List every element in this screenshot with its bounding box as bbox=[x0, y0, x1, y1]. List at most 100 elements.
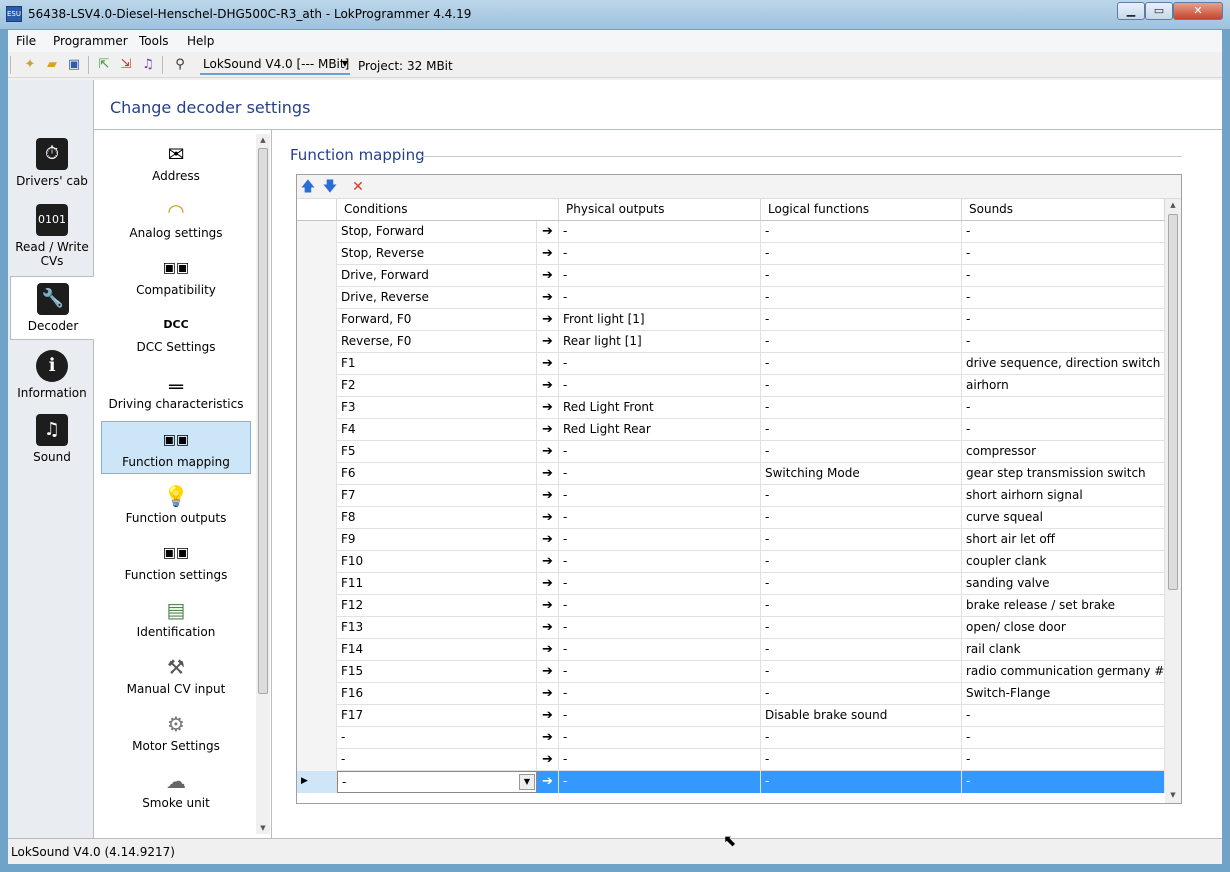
logical-function-cell[interactable]: - bbox=[761, 287, 962, 309]
nav-sound[interactable]: ♫ Sound bbox=[10, 414, 94, 472]
table-row[interactable]: F14 ➔ - - rail clank bbox=[297, 639, 1165, 661]
sound-cell[interactable]: gear step transmission switch bbox=[962, 463, 1165, 485]
sound-cell[interactable]: - bbox=[962, 771, 1165, 793]
row-header[interactable] bbox=[297, 463, 337, 485]
grid-scrollbar[interactable]: ▲ ▼ bbox=[1165, 199, 1181, 803]
scrollbar-thumb[interactable] bbox=[1168, 214, 1178, 590]
row-header[interactable] bbox=[297, 287, 337, 309]
condition-cell[interactable]: F6 bbox=[337, 463, 537, 485]
logical-function-cell[interactable]: Switching Mode bbox=[761, 463, 962, 485]
maximize-button[interactable]: ▭ bbox=[1145, 2, 1173, 20]
row-header[interactable] bbox=[297, 331, 337, 353]
row-header[interactable] bbox=[297, 749, 337, 771]
condition-cell[interactable]: Reverse, F0 bbox=[337, 331, 537, 353]
row-header[interactable] bbox=[297, 727, 337, 749]
column-header-physical-outputs[interactable]: Physical outputs bbox=[559, 199, 761, 221]
physical-output-cell[interactable]: - bbox=[559, 221, 761, 243]
physical-output-cell[interactable]: - bbox=[559, 375, 761, 397]
physical-output-cell[interactable]: - bbox=[559, 529, 761, 551]
write-sound-icon[interactable]: ♫ bbox=[140, 57, 156, 73]
column-header-logical-functions[interactable]: Logical functions bbox=[761, 199, 962, 221]
settings-item-motor[interactable]: ⚙ Motor Settings bbox=[101, 706, 251, 759]
logical-function-cell[interactable]: - bbox=[761, 353, 962, 375]
physical-output-cell[interactable]: - bbox=[559, 617, 761, 639]
column-header-conditions[interactable]: Conditions bbox=[337, 199, 559, 221]
sound-cell[interactable]: coupler clank bbox=[962, 551, 1165, 573]
condition-cell[interactable]: F5 bbox=[337, 441, 537, 463]
physical-output-cell[interactable]: - bbox=[559, 441, 761, 463]
logical-function-cell[interactable]: - bbox=[761, 595, 962, 617]
settings-item-identification[interactable]: ▤ Identification bbox=[101, 592, 251, 645]
table-row[interactable]: F4 ➔ Red Light Rear - - bbox=[297, 419, 1165, 441]
read-decoder-icon[interactable]: ⇱ bbox=[96, 57, 112, 73]
table-row[interactable]: - ➔ - - - bbox=[297, 749, 1165, 771]
table-row[interactable]: F3 ➔ Red Light Front - - bbox=[297, 397, 1165, 419]
sound-cell[interactable]: sanding valve bbox=[962, 573, 1165, 595]
logical-function-cell[interactable]: - bbox=[761, 749, 962, 771]
scroll-up-icon[interactable]: ▲ bbox=[256, 134, 270, 146]
table-row[interactable]: Stop, Forward ➔ - - - bbox=[297, 221, 1165, 243]
logical-function-cell[interactable]: - bbox=[761, 221, 962, 243]
new-file-icon[interactable]: ✦ bbox=[22, 57, 38, 73]
table-row[interactable]: F2 ➔ - - airhorn bbox=[297, 375, 1165, 397]
condition-cell[interactable]: F2 bbox=[337, 375, 537, 397]
row-header[interactable] bbox=[297, 573, 337, 595]
physical-output-cell[interactable]: Red Light Front bbox=[559, 397, 761, 419]
settings-item-function-outputs[interactable]: 💡 Function outputs bbox=[101, 478, 251, 531]
table-row[interactable]: Drive, Forward ➔ - - - bbox=[297, 265, 1165, 287]
physical-output-cell[interactable]: - bbox=[559, 749, 761, 771]
table-row[interactable]: F17 ➔ - Disable brake sound - bbox=[297, 705, 1165, 727]
condition-cell[interactable]: F16 bbox=[337, 683, 537, 705]
close-button[interactable]: ✕ bbox=[1173, 2, 1223, 20]
physical-output-cell[interactable]: - bbox=[559, 551, 761, 573]
physical-output-cell[interactable]: Front light [1] bbox=[559, 309, 761, 331]
physical-output-cell[interactable]: - bbox=[559, 771, 761, 793]
table-row[interactable]: F7 ➔ - - short airhorn signal bbox=[297, 485, 1165, 507]
sound-cell[interactable]: curve squeal bbox=[962, 507, 1165, 529]
table-row[interactable]: F1 ➔ - - drive sequence, direction switch bbox=[297, 353, 1165, 375]
sound-cell[interactable]: open/ close door bbox=[962, 617, 1165, 639]
sound-cell[interactable]: Switch-Flange bbox=[962, 683, 1165, 705]
table-row[interactable]: F11 ➔ - - sanding valve bbox=[297, 573, 1165, 595]
sound-cell[interactable]: brake release / set brake bbox=[962, 595, 1165, 617]
menu-tools[interactable]: Tools bbox=[139, 34, 169, 48]
condition-cell[interactable]: - ▼ bbox=[337, 771, 537, 793]
row-header[interactable] bbox=[297, 353, 337, 375]
sound-cell[interactable]: - bbox=[962, 243, 1165, 265]
table-row[interactable]: - ➔ - - - bbox=[297, 727, 1165, 749]
settings-scrollbar[interactable]: ▲ ▼ bbox=[256, 134, 270, 834]
condition-cell[interactable]: F1 bbox=[337, 353, 537, 375]
nav-information[interactable]: ℹ Information bbox=[10, 350, 94, 408]
logical-function-cell[interactable]: - bbox=[761, 507, 962, 529]
sound-cell[interactable]: airhorn bbox=[962, 375, 1165, 397]
table-row[interactable]: Forward, F0 ➔ Front light [1] - - bbox=[297, 309, 1165, 331]
condition-cell[interactable]: F15 bbox=[337, 661, 537, 683]
row-header[interactable] bbox=[297, 507, 337, 529]
table-row[interactable]: Stop, Reverse ➔ - - - bbox=[297, 243, 1165, 265]
scroll-down-icon[interactable]: ▼ bbox=[1166, 789, 1180, 801]
menu-file[interactable]: File bbox=[16, 34, 36, 48]
nav-decoder[interactable]: 🔧 Decoder bbox=[10, 276, 96, 340]
physical-output-cell[interactable]: - bbox=[559, 683, 761, 705]
settings-item-function-mapping[interactable]: ▣▣ Function mapping bbox=[101, 421, 251, 474]
row-header[interactable] bbox=[297, 639, 337, 661]
logical-function-cell[interactable]: - bbox=[761, 397, 962, 419]
physical-output-cell[interactable]: - bbox=[559, 243, 761, 265]
settings-item-analog[interactable]: ◠ Analog settings bbox=[101, 193, 251, 246]
logical-function-cell[interactable]: - bbox=[761, 331, 962, 353]
physical-output-cell[interactable]: Rear light [1] bbox=[559, 331, 761, 353]
condition-cell[interactable]: F3 bbox=[337, 397, 537, 419]
condition-cell[interactable]: F13 bbox=[337, 617, 537, 639]
row-header[interactable]: ▶ bbox=[297, 771, 337, 793]
row-header[interactable] bbox=[297, 705, 337, 727]
open-folder-icon[interactable]: ▰ bbox=[44, 57, 60, 73]
condition-cell[interactable]: Drive, Forward bbox=[337, 265, 537, 287]
sound-cell[interactable]: - bbox=[962, 727, 1165, 749]
logical-function-cell[interactable]: - bbox=[761, 771, 962, 793]
table-row[interactable]: F9 ➔ - - short air let off bbox=[297, 529, 1165, 551]
sound-cell[interactable]: - bbox=[962, 221, 1165, 243]
condition-cell[interactable]: F9 bbox=[337, 529, 537, 551]
condition-cell[interactable]: Stop, Reverse bbox=[337, 243, 537, 265]
logical-function-cell[interactable]: - bbox=[761, 243, 962, 265]
sound-cell[interactable]: - bbox=[962, 331, 1165, 353]
